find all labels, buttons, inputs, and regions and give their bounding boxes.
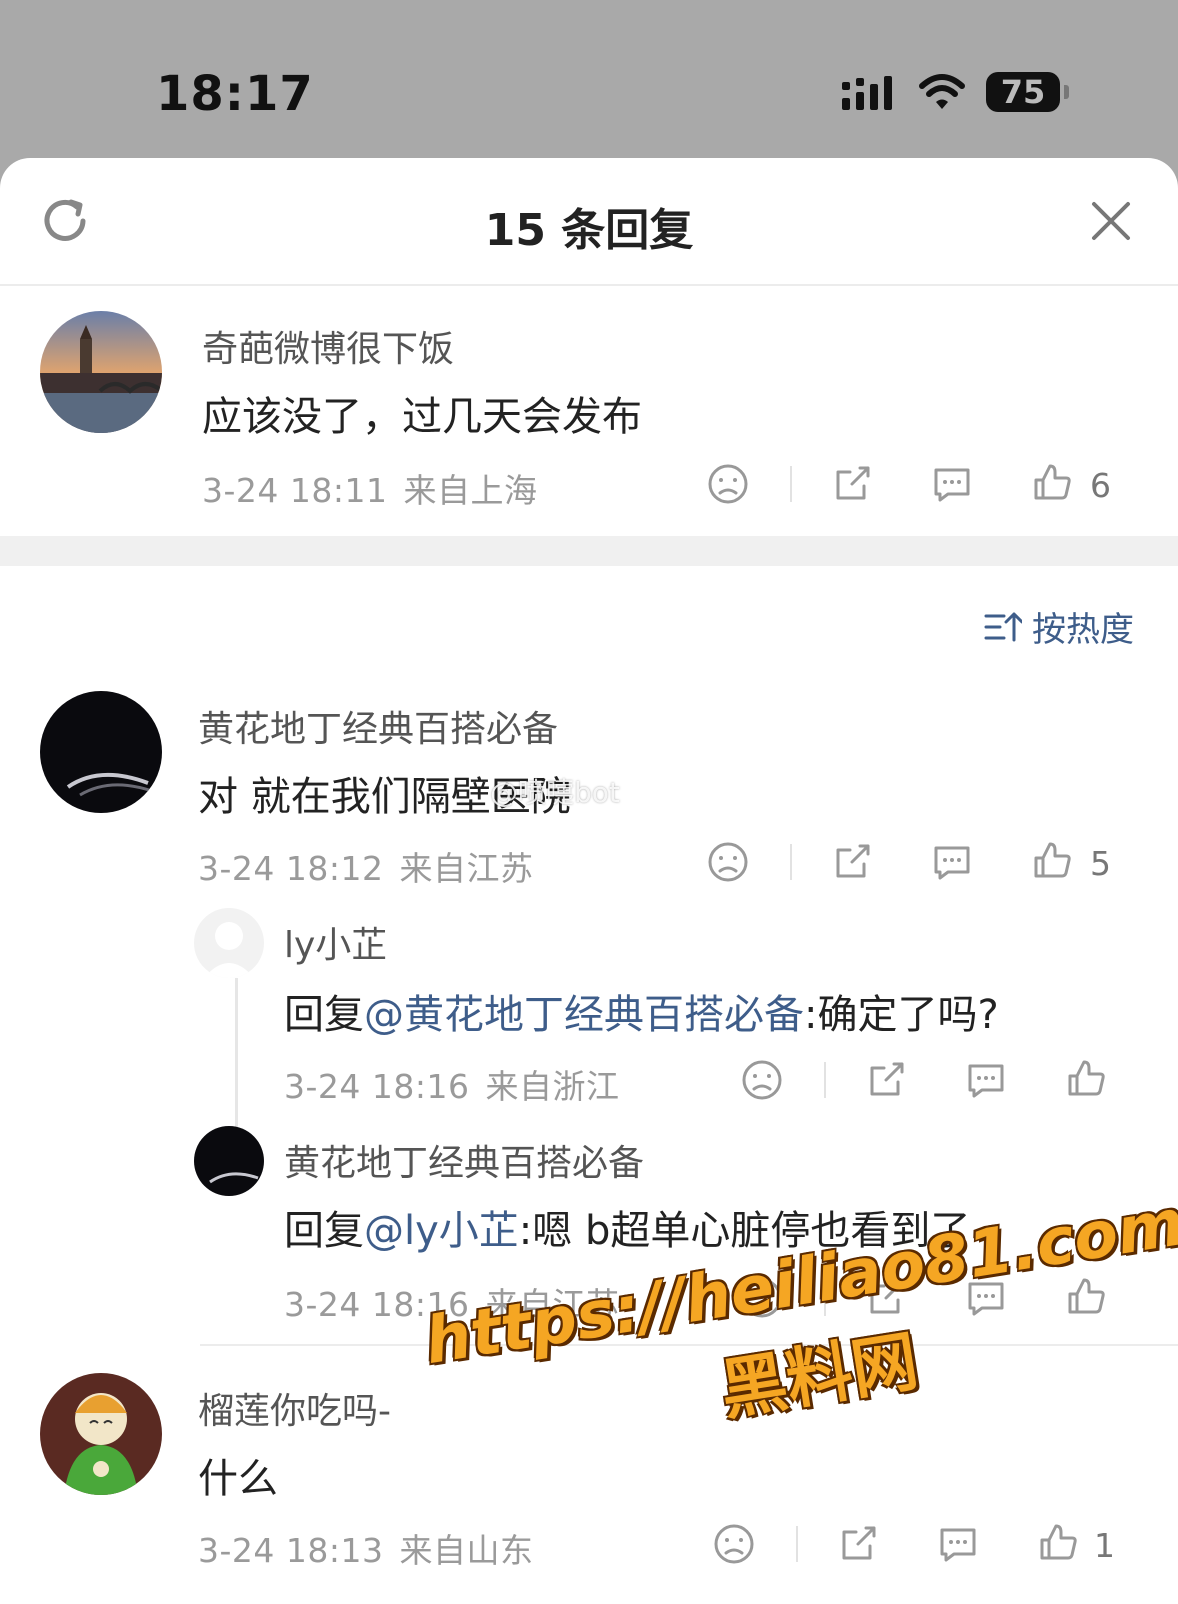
- like-button[interactable]: [1030, 460, 1074, 504]
- status-icons: 75: [840, 72, 1069, 112]
- comment-location: 来自上海: [403, 471, 538, 510]
- like-count: 1: [1094, 1526, 1115, 1565]
- action-separator: [790, 844, 792, 880]
- like-button[interactable]: [1036, 1520, 1080, 1564]
- sad-face-icon: [708, 464, 748, 504]
- avatar[interactable]: [194, 1126, 264, 1196]
- sort-button[interactable]: 按热度: [984, 602, 1134, 651]
- comment-location: 来自山东: [399, 1531, 534, 1570]
- thumbs-up-icon: [1034, 842, 1071, 878]
- dislike-button[interactable]: [712, 1522, 756, 1566]
- cellular-signal-icon: [842, 76, 892, 110]
- dislike-button[interactable]: [740, 1058, 784, 1102]
- like-count: 5: [1090, 844, 1111, 883]
- comment-meta: 3-24 18:12 来自江苏: [198, 842, 534, 890]
- replies-sheet: 15 条回复 奇葩微博很下饭 应该没了，过几天会发布 3-24 18:11 来自上…: [0, 158, 1178, 1604]
- avatar[interactable]: [40, 691, 162, 813]
- avatar-dark-image: [194, 1126, 264, 1196]
- comment-date: 3-24 18:16: [284, 1067, 470, 1106]
- comment-date: 3-24 18:13: [198, 1531, 384, 1570]
- sad-face-icon: [742, 1060, 782, 1100]
- comment-username[interactable]: 黄花地丁经典百搭必备: [284, 1134, 644, 1186]
- dislike-button[interactable]: [706, 462, 750, 506]
- comment-icon: [968, 1064, 1004, 1098]
- action-separator: [796, 1526, 798, 1562]
- default-avatar-icon: [194, 908, 264, 978]
- comment-username[interactable]: 黄花地丁经典百搭必备: [198, 700, 558, 752]
- comment-icon: [940, 1528, 976, 1562]
- comment-icon: [934, 846, 970, 880]
- avatar[interactable]: [40, 1373, 162, 1495]
- share-button[interactable]: [836, 1522, 880, 1566]
- avatar-buddha-image: [40, 1373, 162, 1495]
- share-button[interactable]: [830, 462, 874, 506]
- thread-line: [235, 978, 238, 1144]
- share-button[interactable]: [830, 840, 874, 884]
- thumbs-up-icon: [1068, 1060, 1105, 1096]
- thumbs-up-icon: [1034, 464, 1071, 500]
- comment-icon: [934, 468, 970, 502]
- share-button[interactable]: [864, 1058, 908, 1102]
- comment-meta: 3-24 18:16 来自浙江: [284, 1060, 620, 1108]
- share-icon: [842, 1526, 876, 1560]
- sort-label: 按热度: [1032, 610, 1134, 650]
- mention-link[interactable]: @黄花地丁经典百搭必备: [364, 992, 804, 1038]
- status-bar: 18:17 75: [0, 0, 1178, 158]
- like-button[interactable]: [1064, 1056, 1108, 1100]
- comment-text: 回复@黄花地丁经典百搭必备:确定了吗?: [284, 982, 999, 1040]
- reply-body: :确定了吗?: [804, 992, 999, 1038]
- close-icon: [1092, 202, 1130, 240]
- status-time: 18:17: [156, 66, 314, 122]
- mention-link[interactable]: @ly小芷: [364, 1208, 519, 1254]
- watermark-small: @喷嚏bot: [490, 776, 620, 809]
- reply-button[interactable]: [930, 840, 974, 884]
- wifi-icon: [919, 74, 965, 109]
- avatar-dark-image: [40, 691, 162, 813]
- sort-icon: [984, 612, 1022, 641]
- thumbs-up-icon: [1040, 1524, 1077, 1560]
- close-button[interactable]: [1088, 198, 1134, 244]
- section-divider: [0, 536, 1178, 566]
- action-separator: [824, 1062, 826, 1098]
- comment-text: 什么: [198, 1456, 278, 1502]
- action-separator: [790, 466, 792, 502]
- share-icon: [870, 1062, 904, 1096]
- comment-username[interactable]: 榴莲你吃吗-: [198, 1382, 391, 1434]
- comment-username[interactable]: 奇葩微博很下饭: [202, 320, 454, 372]
- reply-button[interactable]: [936, 1522, 980, 1566]
- avatar[interactable]: [40, 311, 162, 433]
- comment-date: 3-24 18:11: [202, 471, 388, 510]
- share-icon: [836, 466, 870, 500]
- like-button[interactable]: [1030, 838, 1074, 882]
- reply-prefix: 回复: [284, 992, 364, 1038]
- comment-location: 来自浙江: [485, 1067, 620, 1106]
- avatar[interactable]: [194, 908, 264, 978]
- sheet-header: 15 条回复: [0, 158, 1178, 286]
- reply-button[interactable]: [930, 462, 974, 506]
- share-icon: [836, 844, 870, 878]
- avatar-cityscape-image: [40, 311, 162, 433]
- comment-text: 应该没了，过几天会发布: [202, 394, 642, 440]
- sad-face-icon: [714, 1524, 754, 1564]
- sad-face-icon: [708, 842, 748, 882]
- comment-username[interactable]: ly小芷: [284, 916, 387, 968]
- comment-meta: 3-24 18:11 来自上海: [202, 464, 538, 512]
- comment-meta: 3-24 18:13 来自山东: [198, 1524, 534, 1572]
- like-count: 6: [1090, 466, 1111, 505]
- reply-prefix: 回复: [284, 1208, 364, 1254]
- sheet-title: 15 条回复: [484, 205, 694, 256]
- comment-location: 来自江苏: [399, 849, 534, 888]
- dislike-button[interactable]: [706, 840, 750, 884]
- battery-indicator: 75: [986, 72, 1069, 112]
- comment-date: 3-24 18:12: [198, 849, 384, 888]
- reply-button[interactable]: [964, 1058, 1008, 1102]
